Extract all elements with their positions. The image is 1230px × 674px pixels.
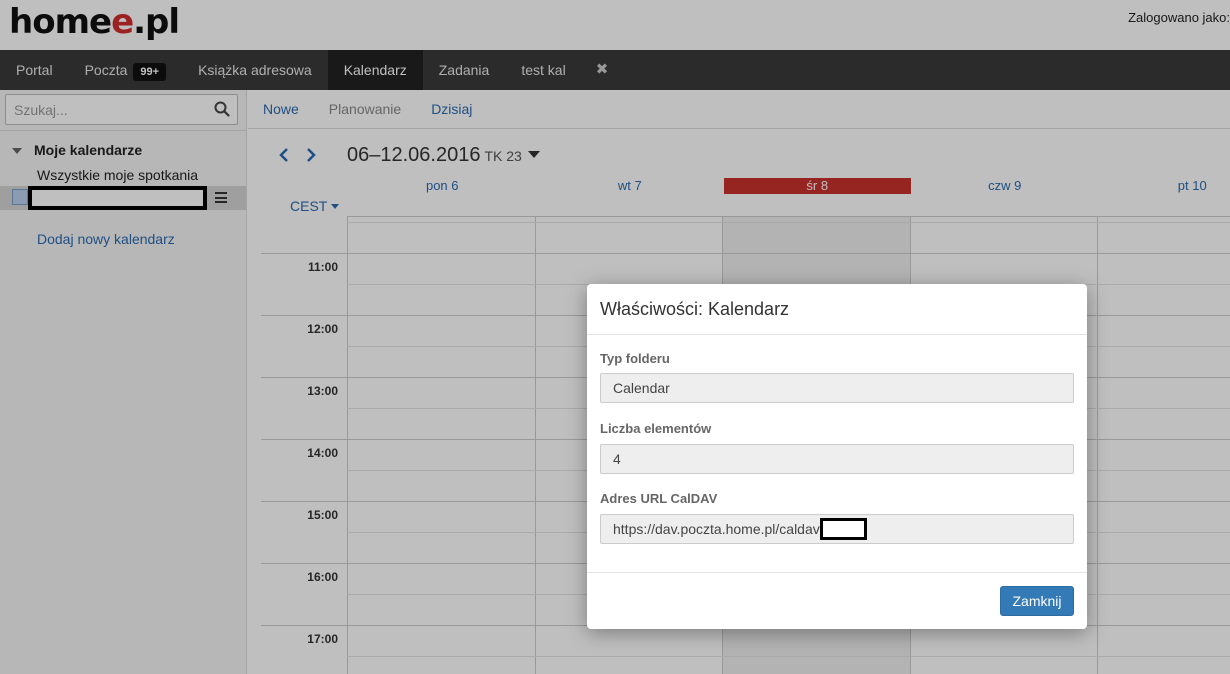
dialog-title: Właściwości: Kalendarz <box>600 299 790 319</box>
calendar-properties-dialog: Właściwości: Kalendarz Typ folderu Calen… <box>587 284 1087 629</box>
dialog-header-divider <box>587 334 1087 335</box>
caldav-url-field[interactable]: https://dav.poczta.home.pl/caldav <box>600 514 1074 544</box>
caldav-url-label: Adres URL CalDAV <box>600 491 718 506</box>
dialog-footer-divider <box>587 572 1087 573</box>
item-count-field[interactable]: 4 <box>600 444 1074 474</box>
close-button[interactable]: Zamknij <box>1000 586 1074 616</box>
caldav-url-value: https://dav.poczta.home.pl/caldav <box>613 521 820 537</box>
folder-type-label: Typ folderu <box>600 351 670 366</box>
item-count-label: Liczba elementów <box>600 421 712 436</box>
redacted-url-part <box>819 518 867 541</box>
folder-type-field[interactable]: Calendar <box>600 373 1074 403</box>
